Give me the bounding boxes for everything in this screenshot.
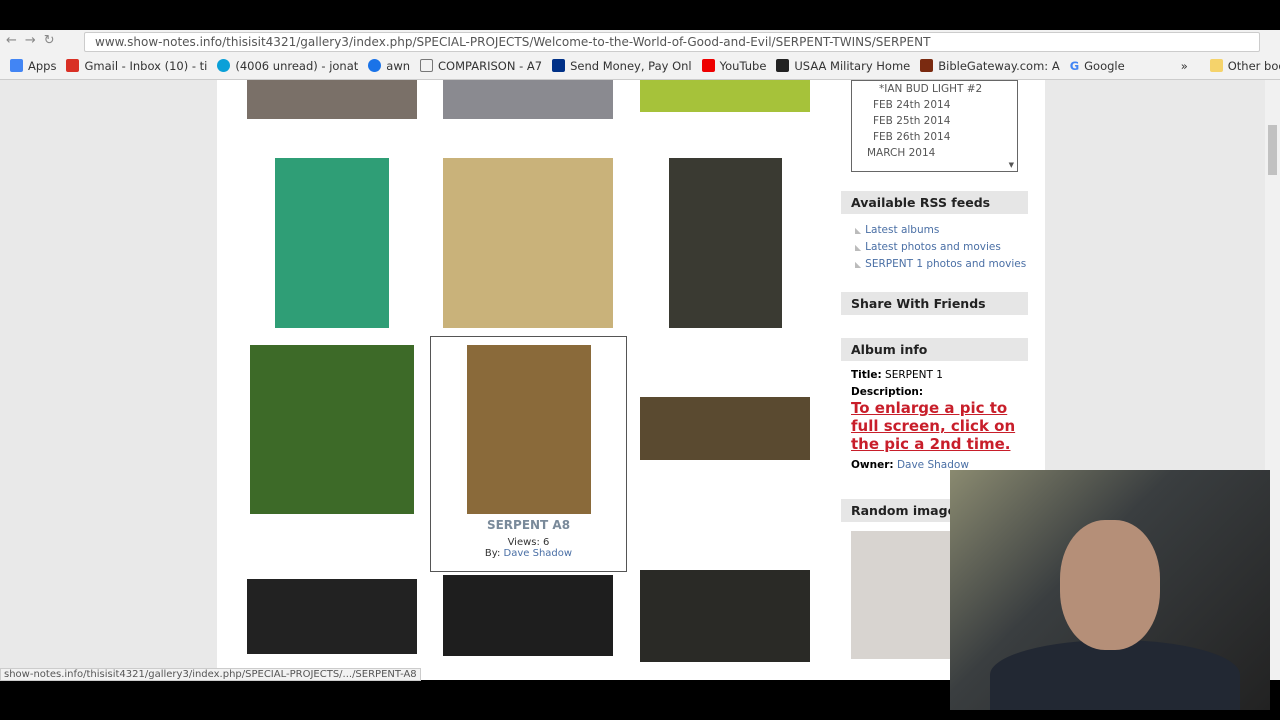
biblegateway-icon: [920, 59, 934, 72]
rss-icon: ◣: [855, 243, 862, 252]
album-title: SERPENT 1: [885, 369, 943, 381]
rss-link[interactable]: ◣ Latest albums: [855, 224, 1028, 236]
scroll-down-arrow-icon[interactable]: ▼: [1009, 161, 1014, 169]
tree-item[interactable]: FEB 25th 2014: [852, 115, 1017, 127]
bookmark-label: COMPARISON - A7: [438, 58, 543, 73]
bookmark-google[interactable]: G Google: [1070, 59, 1125, 73]
bookmark-biblegateway[interactable]: BibleGateway.com: A: [920, 58, 1060, 73]
status-bar: show-notes.info/thisisit4321/gallery3/in…: [0, 668, 421, 681]
photo-thumbnail[interactable]: [640, 397, 810, 460]
by-label: By:: [484, 548, 501, 559]
tree-item[interactable]: *IAN BUD LIGHT #2: [852, 83, 1017, 95]
photo-owner: By: Dave Shadow: [430, 548, 627, 559]
album-info-section: Album info Title: SERPENT 1 Description:…: [841, 338, 1028, 471]
bookmark-label: BibleGateway.com: A: [938, 58, 1060, 73]
album-description[interactable]: To enlarge a pic to full screen, click o…: [851, 399, 1021, 453]
bookmark-label: Apps: [28, 58, 57, 73]
other-bookmarks[interactable]: Other bookmarks: [1209, 58, 1280, 73]
rss-link[interactable]: ◣ Latest photos and movies: [855, 241, 1028, 253]
webcam-overlay: [950, 470, 1270, 710]
owner-link[interactable]: Dave Shadow: [504, 548, 573, 559]
tree-item[interactable]: FEB 24th 2014: [852, 99, 1017, 111]
description-label: Description:: [851, 386, 924, 398]
rss-label: SERPENT 1 photos and movies: [865, 258, 1027, 270]
photo-thumbnail[interactable]: [247, 80, 417, 119]
rss-label: Latest albums: [865, 224, 940, 236]
photo-thumbnail[interactable]: [443, 80, 613, 119]
page-icon: [420, 59, 434, 72]
bookmark-label: (4006 unread) - jonat: [235, 58, 359, 73]
folder-icon: [1209, 59, 1223, 72]
gmail-icon: [66, 59, 80, 72]
google-icon: G: [1069, 58, 1080, 73]
person-face: [1060, 520, 1160, 650]
album-tree-list[interactable]: *IAN BUD LIGHT #2 FEB 24th 2014 FEB 25th…: [851, 80, 1018, 172]
share-heading[interactable]: Share With Friends: [841, 292, 1028, 315]
person-shirt: [990, 640, 1240, 710]
section-heading: Album info: [841, 338, 1028, 361]
bookmark-label: awn: [386, 58, 411, 73]
gallery-content: SERPENT A8 Views: 6 By: Dave Shadow *IAN…: [217, 80, 1045, 680]
address-bar-area: ←→↻ www.show-notes.info/thisisit4321/gal…: [0, 30, 1280, 52]
bookmark-label: USAA Military Home: [794, 58, 911, 73]
bookmark-comparison[interactable]: COMPARISON - A7: [420, 59, 542, 73]
title-label: Title:: [851, 369, 882, 381]
bookmark-awn[interactable]: awn: [368, 59, 410, 73]
photo-thumbnail[interactable]: [640, 570, 810, 662]
scrollbar-thumb[interactable]: [1268, 125, 1277, 175]
bookmark-paypal[interactable]: Send Money, Pay Onl: [552, 59, 692, 73]
photo-views: Views: 6: [507, 537, 550, 548]
paypal-icon: [552, 59, 566, 72]
photo-thumbnail-serpent-a8[interactable]: [467, 345, 591, 514]
rss-icon: ◣: [855, 226, 862, 235]
photo-thumbnail[interactable]: [247, 579, 417, 654]
rss-icon: ◣: [855, 260, 862, 269]
nav-buttons[interactable]: ←→↻: [6, 33, 63, 48]
rss-link[interactable]: ◣ SERPENT 1 photos and movies: [855, 258, 1028, 270]
photo-thumbnail[interactable]: [443, 575, 613, 656]
photo-thumbnail[interactable]: [250, 345, 414, 514]
bookmark-apps[interactable]: Apps: [10, 59, 56, 73]
youtube-icon: [701, 59, 715, 72]
photo-thumbnail[interactable]: [640, 80, 810, 112]
bookmark-usaa[interactable]: USAA Military Home: [776, 59, 910, 73]
awn-icon: [368, 59, 382, 72]
bookmark-label: Google: [1084, 58, 1125, 73]
bookmark-att[interactable]: (4006 unread) - jonat: [217, 59, 358, 73]
att-icon: [217, 59, 231, 72]
section-heading: Available RSS feeds: [841, 191, 1028, 214]
rss-label: Latest photos and movies: [865, 241, 1001, 253]
bookmark-gmail[interactable]: Gmail - Inbox (10) - ti: [66, 59, 207, 73]
more-bookmarks-button[interactable]: »: [1181, 59, 1188, 73]
photo-thumbnail[interactable]: [669, 158, 782, 328]
photo-thumbnail[interactable]: [443, 158, 613, 328]
url-input[interactable]: www.show-notes.info/thisisit4321/gallery…: [84, 32, 1260, 52]
bookmark-youtube[interactable]: YouTube: [701, 58, 767, 73]
tree-item[interactable]: MARCH 2014: [852, 147, 1017, 159]
bookmark-label: Gmail - Inbox (10) - ti: [84, 58, 208, 73]
usaa-icon: [776, 59, 790, 72]
bookmarks-bar: Apps Gmail - Inbox (10) - ti (4006 unrea…: [0, 52, 1280, 80]
bookmark-label: Other bookmarks: [1227, 58, 1280, 73]
rss-section: Available RSS feeds ◣ Latest albums ◣ Late…: [841, 191, 1028, 270]
bookmark-label: YouTube: [719, 58, 767, 73]
photo-title-link[interactable]: SERPENT A8: [430, 518, 627, 532]
owner-label: Owner:: [851, 459, 894, 471]
apps-icon: [10, 59, 23, 72]
photo-thumbnail[interactable]: [275, 158, 389, 328]
tree-item[interactable]: FEB 26th 2014: [852, 131, 1017, 143]
bookmark-label: Send Money, Pay Onl: [570, 58, 692, 73]
